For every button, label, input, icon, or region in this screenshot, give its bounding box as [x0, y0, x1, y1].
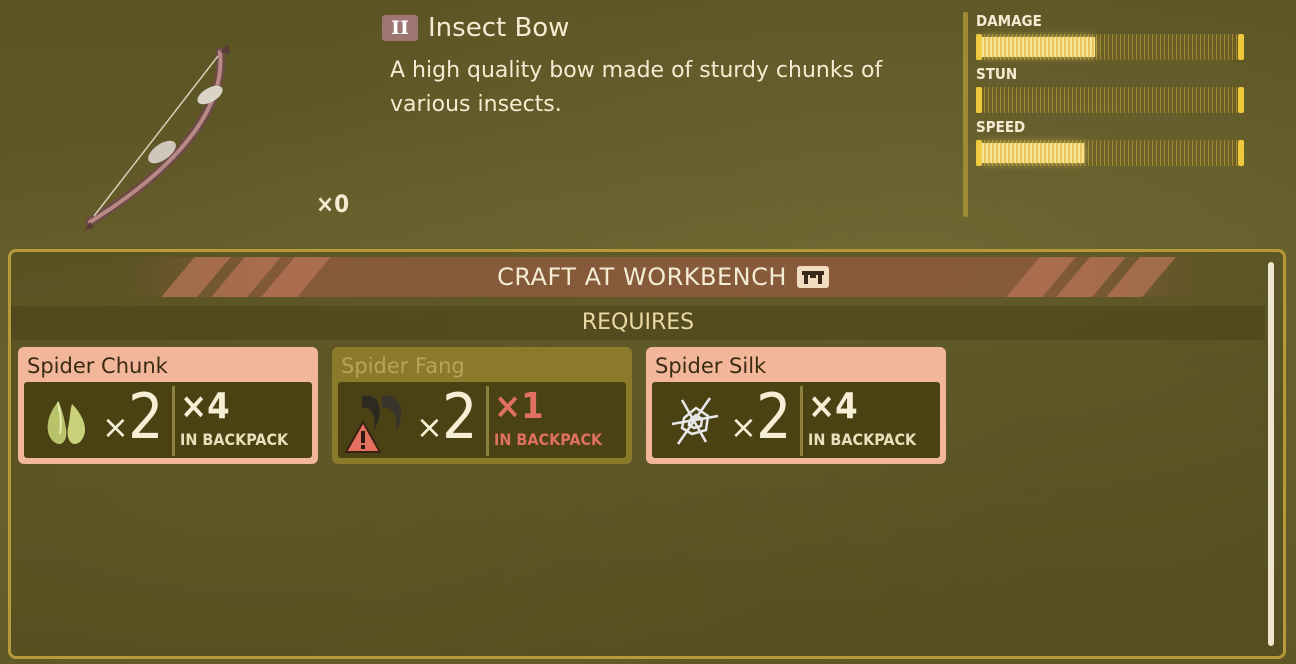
card-separator [172, 386, 175, 456]
stat-label: DAMAGE [976, 12, 1042, 30]
ingredient-body: × 2 ×4 IN BACKPACK [24, 380, 312, 458]
requires-label: REQUIRES [581, 310, 695, 335]
stat-fill [982, 37, 1095, 57]
stat-stun: STUN [976, 65, 1246, 113]
scrollbar[interactable] [1268, 262, 1274, 646]
ingredient-body: × 2 ×4 IN BACKPACK [652, 380, 940, 458]
tier-badge: II [382, 15, 418, 41]
have-count: ×4 [808, 386, 858, 427]
item-title: Insect Bow [428, 13, 570, 43]
ingredient-name: Spider Fang [341, 354, 465, 378]
need-multiplier: × [416, 408, 443, 446]
have-label: IN BACKPACK [808, 430, 917, 449]
spider-chunk-icon [38, 390, 96, 452]
stat-damage: DAMAGE [976, 12, 1246, 60]
item-title-row: II Insect Bow [382, 13, 569, 43]
item-description: A high quality bow made of sturdy chunks… [390, 58, 883, 117]
need-multiplier: × [730, 408, 757, 446]
ingredient-name: Spider Chunk [27, 354, 168, 378]
ingredient-card-spider-silk[interactable]: Spider Silk × 2 ×4 IN BACKPACK [646, 347, 946, 464]
stat-label: SPEED [976, 118, 1026, 136]
stat-bar [976, 140, 1244, 166]
have-label: IN BACKPACK [494, 430, 603, 449]
stat-label: STUN [976, 65, 1018, 83]
spider-silk-icon [666, 390, 724, 452]
stat-speed: SPEED [976, 118, 1246, 166]
craft-location-label: CRAFT AT WORKBENCH [497, 263, 787, 291]
stats-divider [963, 12, 968, 217]
craft-location: CRAFT AT WORKBENCH [118, 257, 1208, 297]
card-separator [800, 386, 803, 456]
need-count: 2 [128, 380, 164, 453]
stat-fill [982, 143, 1084, 163]
stat-bar [976, 87, 1244, 113]
stat-bar [976, 34, 1244, 60]
have-count: ×4 [180, 386, 230, 427]
workbench-icon [796, 266, 829, 288]
bow-icon [70, 40, 260, 235]
have-count: ×1 [494, 386, 544, 427]
need-count: 2 [442, 380, 478, 453]
ingredient-name: Spider Silk [655, 354, 767, 378]
warning-icon [344, 419, 382, 454]
need-multiplier: × [102, 408, 129, 446]
have-label: IN BACKPACK [180, 430, 289, 449]
ingredient-body: × 2 ×1 IN BACKPACK [338, 380, 626, 458]
card-separator [486, 386, 489, 456]
item-count: ×0 [316, 190, 350, 218]
ingredient-card-spider-chunk[interactable]: Spider Chunk × 2 ×4 IN BACKPACK [18, 347, 318, 464]
need-count: 2 [756, 380, 792, 453]
ingredient-card-spider-fang[interactable]: Spider Fang × 2 ×1 IN BACKPACK [332, 347, 632, 464]
